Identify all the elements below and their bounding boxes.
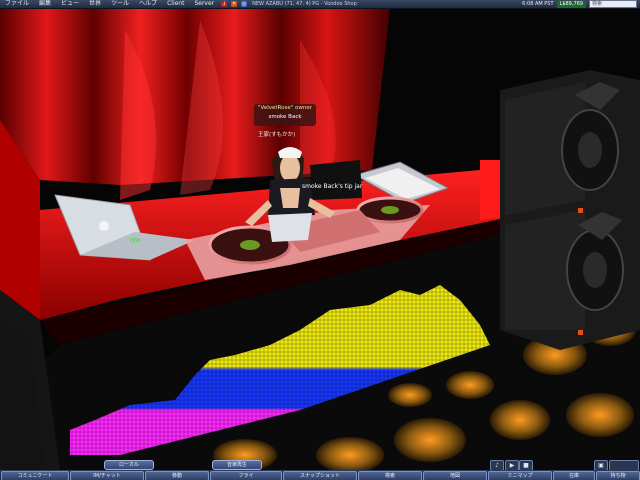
damage-icon[interactable]: ✕: [231, 1, 238, 7]
location-text: NEW AZABU (71, 47, 4) PG - Voodoo Shop: [252, 1, 357, 7]
avatar-name-tag: 王家(すもかか): [258, 132, 296, 138]
bottom-toolbar: コミュニケート IM/チャット 移動 フライ スナップショット 検索 地図 ミニ…: [0, 470, 640, 480]
tip-jar-label[interactable]: smoke Back's tip jar: [302, 183, 362, 190]
status-area: 6:08 AM PST L$89,769 検索: [519, 0, 640, 8]
toolbar-inventory[interactable]: 在庫: [553, 471, 595, 480]
chat-name-line: smoke Back: [268, 114, 302, 120]
toolbar-search[interactable]: 検索: [358, 471, 422, 480]
menu-world[interactable]: 世界: [84, 0, 106, 8]
menu-server[interactable]: Server: [189, 0, 219, 8]
3d-viewport[interactable]: "VelvetRose" owner smoke Back 王家(すもかか) s…: [0, 8, 640, 470]
toolbar-snapshot[interactable]: スナップショット: [283, 471, 357, 480]
right-speaker: [500, 70, 640, 350]
no-script-icon[interactable]: ↓: [221, 1, 228, 7]
balance-badge[interactable]: L$89,769: [556, 0, 586, 8]
scene-render: [0, 8, 640, 470]
menu-view[interactable]: ビュー: [56, 0, 84, 8]
toolbar-communicate[interactable]: コミュニケート: [1, 471, 69, 480]
chat-owner-line: "VelvetRose" owner: [257, 105, 313, 111]
clock: 6:08 AM PST: [522, 1, 554, 7]
toolbar-move[interactable]: 移動: [145, 471, 209, 480]
toolbar-belongings[interactable]: 持ち物: [596, 471, 640, 480]
menu-edit[interactable]: 編集: [34, 0, 56, 8]
no-build-icon[interactable]: ◎: [241, 1, 248, 7]
menu-file[interactable]: ファイル: [0, 0, 34, 8]
game-window: ファイル 編集 ビュー 世界 ツール ヘルプ Client Server ↓ ✕…: [0, 0, 640, 480]
toolbar-fly[interactable]: フライ: [210, 471, 282, 480]
menu-client[interactable]: Client: [162, 0, 189, 8]
local-chat-pill[interactable]: ローカル: [104, 460, 154, 470]
toolbar-im-chat[interactable]: IM/チャット: [70, 471, 144, 480]
chat-bubble: "VelvetRose" owner smoke Back: [254, 104, 316, 126]
menu-bar: ファイル 編集 ビュー 世界 ツール ヘルプ Client Server ↓ ✕…: [0, 0, 640, 9]
music-pill[interactable]: 音楽再生: [212, 460, 262, 470]
menu-tools[interactable]: ツール: [106, 0, 134, 8]
laptop-label: DJW: [130, 238, 141, 244]
search-input[interactable]: 検索: [589, 0, 637, 8]
toolbar-minimap[interactable]: ミニマップ: [488, 471, 552, 480]
menu-help[interactable]: ヘルプ: [134, 0, 162, 8]
toolbar-map[interactable]: 地図: [423, 471, 487, 480]
